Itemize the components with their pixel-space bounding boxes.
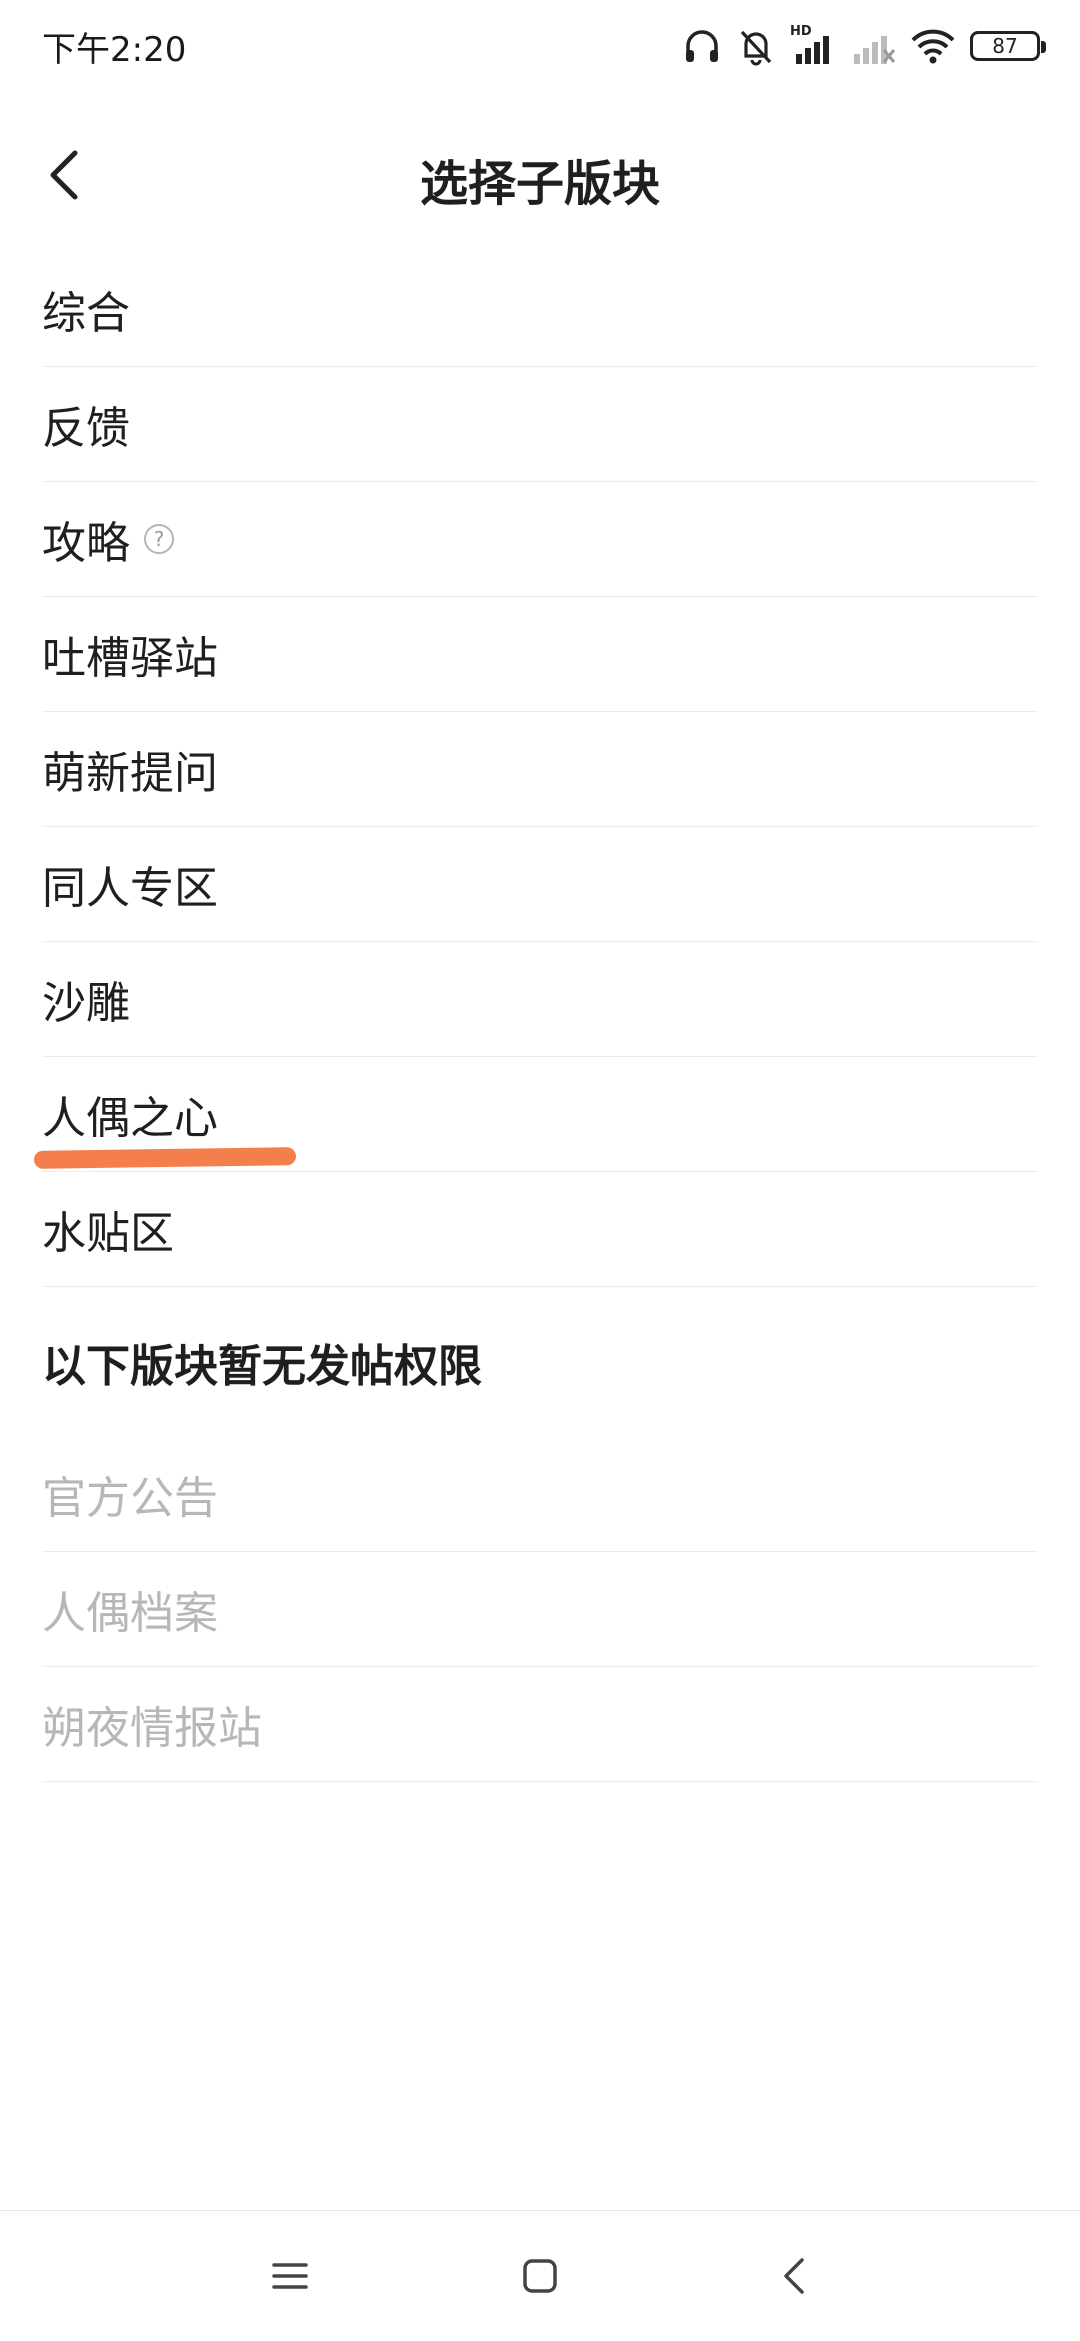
list-item-shuitie[interactable]: 水贴区	[42, 1172, 1038, 1287]
nav-back-button[interactable]	[764, 2251, 824, 2301]
back-icon	[784, 2258, 804, 2294]
list-item-label: 沙雕	[42, 978, 130, 1029]
list-item-shuoye-disabled: 朔夜情报站	[42, 1667, 1038, 1782]
list-item-label: 萌新提问	[42, 748, 218, 799]
list-item-label: 反馈	[42, 403, 130, 454]
list-item-label: 朔夜情报站	[42, 1703, 262, 1754]
list-item-renou-dangan-disabled: 人偶档案	[42, 1552, 1038, 1667]
list-item-label: 人偶档案	[42, 1588, 218, 1639]
list-item-fankui[interactable]: 反馈	[42, 367, 1038, 482]
list-item-renouzhixin[interactable]: 人偶之心	[33, 1057, 1038, 1172]
help-icon[interactable]: ?	[144, 524, 174, 554]
bell-muted-icon	[740, 30, 772, 66]
list-item-gonglue[interactable]: 攻略 ?	[42, 482, 1038, 597]
system-nav-bar	[0, 2210, 1080, 2341]
page-title: 选择子版块	[419, 156, 660, 212]
wifi-icon	[911, 29, 955, 64]
status-bar: 下午2:20 HD 87	[0, 0, 1080, 90]
list-item-label: 官方公告	[42, 1473, 218, 1524]
highlight-underline	[33, 1147, 297, 1169]
list-item-label: 攻略	[42, 518, 130, 569]
list-item-zonghe[interactable]: 综合	[42, 252, 1038, 367]
signal-weak-icon	[854, 36, 896, 64]
status-time: 下午2:20	[42, 30, 187, 70]
list-item-tongren[interactable]: 同人专区	[42, 827, 1038, 942]
signal-icon: HD	[790, 24, 836, 66]
home-icon	[523, 2259, 557, 2293]
list-item-label: 吐槽驿站	[42, 633, 218, 684]
nav-menu-button[interactable]	[260, 2251, 320, 2301]
list-item-mengxin[interactable]: 萌新提问	[42, 712, 1038, 827]
headphones-icon	[686, 30, 718, 62]
list-item-label: 综合	[42, 288, 130, 339]
list-item-label: 水贴区	[42, 1208, 174, 1259]
nav-home-button[interactable]	[510, 2251, 570, 2301]
list-item-label: 人偶之心	[42, 1093, 218, 1144]
subforum-list: 综合 反馈 攻略 ? 吐槽驿站 萌新提问 同人专区 沙雕 人偶之心 水贴区 以下…	[33, 252, 1038, 1782]
list-item-shadiao[interactable]: 沙雕	[42, 942, 1038, 1057]
restricted-section-title: 以下版块暂无发帖权限	[42, 1341, 482, 1392]
battery-level: 87	[992, 34, 1018, 58]
status-icons: HD 87	[682, 18, 1046, 74]
list-item-label: 同人专区	[42, 863, 218, 914]
battery-icon: 87	[970, 31, 1046, 61]
list-item-guanfang-disabled: 官方公告	[42, 1437, 1038, 1552]
list-item-tucao[interactable]: 吐槽驿站	[42, 597, 1038, 712]
header: 选择子版块	[0, 120, 1080, 230]
menu-icon	[272, 2263, 308, 2289]
